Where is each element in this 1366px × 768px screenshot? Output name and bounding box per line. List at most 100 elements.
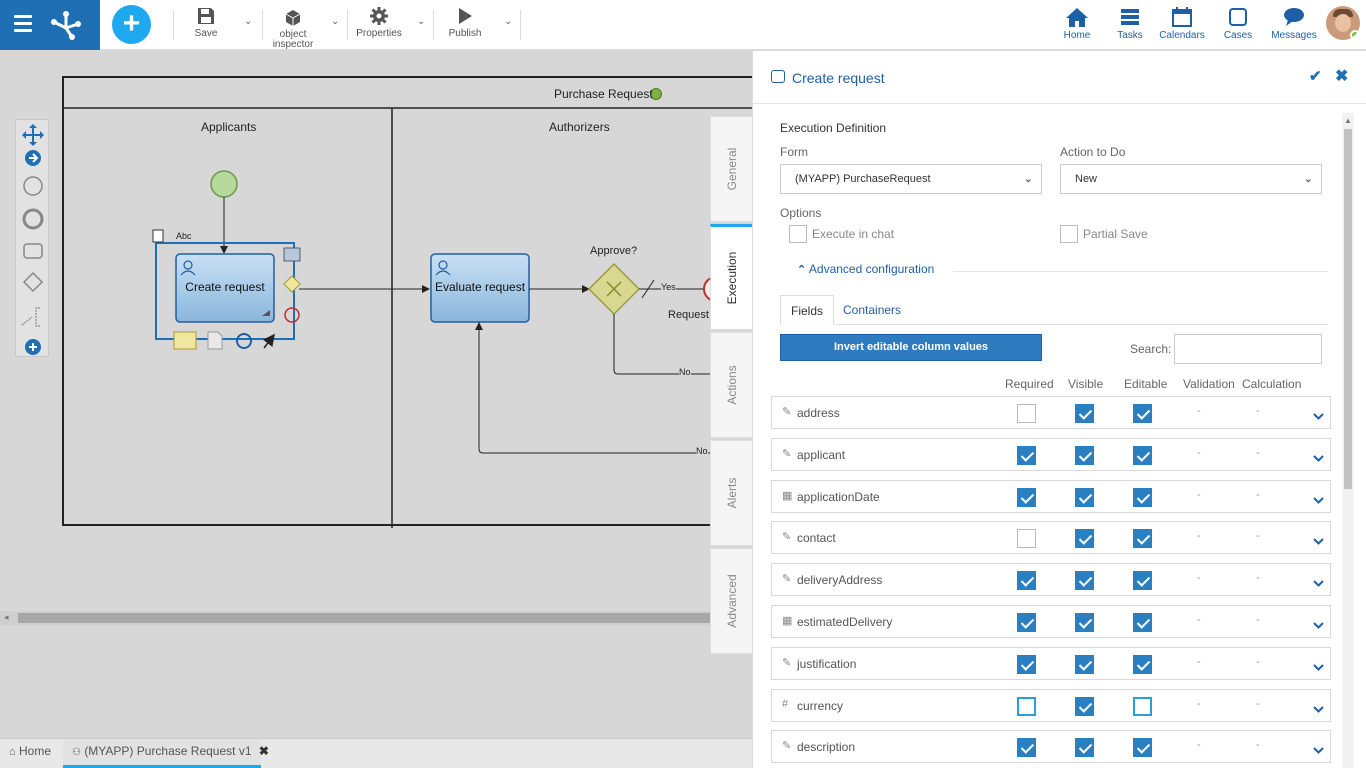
close-tab-icon[interactable]: ✖ <box>259 744 269 758</box>
required-checkbox[interactable] <box>1017 445 1036 465</box>
partial-save-checkbox[interactable] <box>1060 225 1078 243</box>
nav-cases[interactable]: Cases <box>1223 6 1253 41</box>
visible-checkbox[interactable] <box>1075 487 1094 507</box>
nav-calendars[interactable]: Calendars <box>1158 6 1206 41</box>
arrow-right-icon[interactable] <box>25 150 41 166</box>
expand-chevron-down-icon[interactable] <box>1313 534 1324 548</box>
publish-button[interactable]: Publish <box>448 6 482 39</box>
tab-fields[interactable]: Fields <box>780 295 835 325</box>
scrollbar-thumb[interactable] <box>18 613 718 623</box>
add-circle-icon[interactable] <box>25 339 41 355</box>
tab-containers[interactable]: Containers <box>833 295 911 325</box>
scroll-up-icon[interactable]: ▲ <box>1344 116 1352 125</box>
required-checkbox[interactable] <box>1017 404 1036 423</box>
table-row[interactable]: ✎ applicant - - <box>771 437 1331 471</box>
invert-editable-button[interactable]: Invert editable column values <box>780 334 1042 361</box>
expand-chevron-down-icon[interactable] <box>1313 493 1324 507</box>
object-inspector-button[interactable]: object inspector <box>268 8 318 50</box>
required-checkbox[interactable] <box>1017 738 1036 758</box>
editable-checkbox[interactable] <box>1133 654 1152 674</box>
required-checkbox[interactable] <box>1017 487 1036 507</box>
expand-chevron-down-icon[interactable] <box>1313 451 1324 465</box>
visible-checkbox[interactable] <box>1075 613 1094 632</box>
pool[interactable]: Purchase Request Applicants Authorizers … <box>62 76 752 528</box>
editable-checkbox[interactable] <box>1133 613 1152 632</box>
visible-checkbox[interactable] <box>1075 529 1094 549</box>
start-event-icon[interactable] <box>23 176 43 196</box>
nav-messages[interactable]: Messages <box>1270 6 1318 41</box>
nav-home[interactable]: Home <box>1060 6 1094 41</box>
required-checkbox[interactable] <box>1017 571 1036 591</box>
calculation-value: - <box>1256 697 1260 710</box>
inspector-chevron-down-icon[interactable]: ⌄ <box>331 16 339 27</box>
visible-checkbox[interactable] <box>1075 445 1094 465</box>
user-avatar[interactable] <box>1326 6 1360 40</box>
trash-icon[interactable] <box>152 229 164 243</box>
editable-checkbox[interactable] <box>1133 445 1152 465</box>
save-button[interactable]: Save <box>192 6 220 39</box>
editable-checkbox[interactable] <box>1133 696 1152 716</box>
required-checkbox[interactable] <box>1017 654 1036 674</box>
add-button[interactable]: + <box>112 5 151 44</box>
table-row[interactable]: ✎ contact - - <box>771 521 1331 555</box>
vertical-scrollbar[interactable]: ▲ <box>1342 113 1354 768</box>
tab-document[interactable]: ⚇ (MYAPP) Purchase Request v1 ✖ <box>72 744 269 758</box>
end-event-icon[interactable] <box>22 208 44 230</box>
expand-chevron-down-icon[interactable] <box>1313 576 1324 590</box>
properties-chevron-down-icon[interactable]: ⌄ <box>417 16 425 27</box>
visible-checkbox[interactable] <box>1075 654 1094 674</box>
vtab-execution[interactable]: Execution <box>710 224 752 330</box>
main-menu-button[interactable] <box>0 0 100 50</box>
search-input[interactable] <box>1174 334 1322 364</box>
expand-chevron-down-icon[interactable] <box>1313 660 1324 674</box>
editable-checkbox[interactable] <box>1133 738 1152 758</box>
expand-chevron-down-icon[interactable] <box>1313 702 1324 716</box>
move-icon[interactable] <box>22 124 44 146</box>
editable-checkbox[interactable] <box>1133 404 1152 423</box>
task-icon[interactable] <box>23 243 43 259</box>
vtab-advanced[interactable]: Advanced <box>710 548 752 654</box>
table-row[interactable]: ✎ address - - <box>771 396 1331 429</box>
nav-tasks[interactable]: Tasks <box>1114 6 1146 41</box>
expand-chevron-down-icon[interactable] <box>1313 409 1324 423</box>
publish-chevron-down-icon[interactable]: ⌄ <box>504 16 512 27</box>
start-event[interactable] <box>210 170 238 198</box>
horizontal-scrollbar[interactable]: ◂ <box>0 611 752 625</box>
required-checkbox[interactable] <box>1017 529 1036 549</box>
text-tool-label[interactable]: Abc <box>176 231 192 241</box>
confirm-check-icon[interactable]: ✔ <box>1309 67 1322 85</box>
visible-checkbox[interactable] <box>1075 571 1094 591</box>
editable-checkbox[interactable] <box>1133 571 1152 591</box>
table-row[interactable]: # currency - - <box>771 688 1331 722</box>
diagram-canvas[interactable]: Purchase Request Applicants Authorizers … <box>0 51 752 738</box>
action-select[interactable]: New ⌄ <box>1060 164 1322 194</box>
scrollbar-thumb[interactable] <box>1344 129 1352 489</box>
table-row[interactable]: ▦ applicationDate - - <box>771 479 1331 513</box>
visible-checkbox[interactable] <box>1075 738 1094 758</box>
expand-chevron-down-icon[interactable] <box>1313 743 1324 757</box>
vtab-alerts[interactable]: Alerts <box>710 440 752 546</box>
close-icon[interactable]: ✖ <box>1335 66 1348 86</box>
save-chevron-down-icon[interactable]: ⌄ <box>244 16 252 27</box>
required-checkbox[interactable] <box>1017 613 1036 632</box>
properties-button[interactable]: Properties <box>356 6 402 39</box>
visible-checkbox[interactable] <box>1075 696 1094 716</box>
table-row[interactable]: ✎ deliveryAddress - - <box>771 563 1331 597</box>
table-row[interactable]: ✎ justification - - <box>771 646 1331 680</box>
tab-home[interactable]: ⌂ Home <box>9 744 51 758</box>
gateway-icon[interactable] <box>22 271 44 293</box>
advanced-configuration-toggle[interactable]: ⌃ Advanced configuration <box>797 262 934 276</box>
required-checkbox[interactable] <box>1017 696 1036 716</box>
editable-checkbox[interactable] <box>1133 487 1152 507</box>
visible-checkbox[interactable] <box>1075 404 1094 423</box>
table-row[interactable]: ✎ description - - <box>771 730 1331 764</box>
form-select[interactable]: (MYAPP) PurchaseRequest ⌄ <box>780 164 1042 194</box>
annotation-icon[interactable] <box>21 307 40 327</box>
execute-in-chat-checkbox[interactable] <box>789 225 807 243</box>
cube-icon <box>285 10 301 26</box>
vtab-general[interactable]: General <box>710 116 752 222</box>
table-row[interactable]: ▦ estimatedDelivery - - <box>771 605 1331 638</box>
expand-chevron-down-icon[interactable] <box>1313 618 1324 632</box>
editable-checkbox[interactable] <box>1133 529 1152 549</box>
vtab-actions[interactable]: Actions <box>710 332 752 438</box>
